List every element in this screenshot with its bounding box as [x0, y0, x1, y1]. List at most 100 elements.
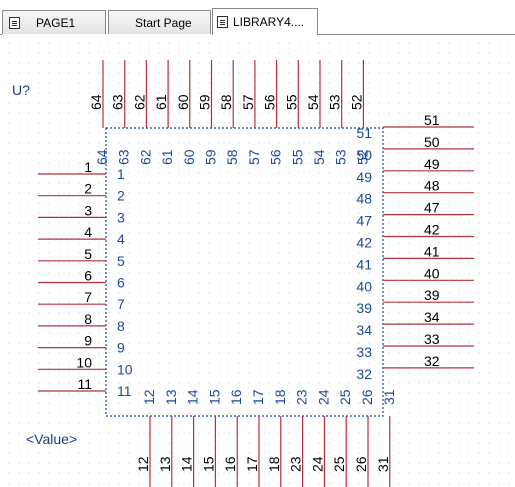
pin-number: 54: [305, 94, 321, 110]
pin-number: 48: [424, 178, 440, 194]
pin-number: 2: [84, 181, 92, 197]
tab-label: PAGE1: [36, 15, 76, 30]
pin-number: 8: [84, 311, 92, 327]
pin-name: 15: [206, 389, 222, 405]
pin-name: 18: [272, 389, 288, 405]
pin-name: 13: [163, 389, 179, 405]
pin-number: 25: [331, 456, 347, 472]
page-icon: [9, 16, 20, 29]
pin-name: 33: [356, 344, 372, 360]
pin-name: 41: [356, 256, 372, 272]
pin-number: 3: [84, 202, 92, 218]
pin-name: 5: [117, 253, 125, 269]
pin-number: 64: [88, 94, 104, 110]
pin-name: 1: [117, 166, 125, 182]
pin-name: 62: [137, 149, 153, 165]
pin-number: 52: [348, 94, 364, 110]
schematic-canvas[interactable]: U? <Value> 1 1 2 2 3 3 4 4 5 5 6 6 7 7 8 8 9 9 10 10 11 11 51 51 5…: [0, 36, 515, 487]
pin-name: 49: [356, 169, 372, 185]
pin-number: 31: [375, 456, 391, 472]
pin-name: 7: [117, 296, 125, 312]
pin-name: 16: [228, 389, 244, 405]
pin-number: 13: [157, 456, 173, 472]
tab-label: Start Page: [135, 15, 192, 30]
pin-name: 34: [356, 322, 372, 338]
pin-number: 18: [266, 456, 282, 472]
pin-number: 59: [197, 94, 213, 110]
pin-number: 6: [84, 268, 92, 284]
pin-number: 9: [84, 333, 92, 349]
pin-name: 32: [356, 366, 372, 382]
pin-number: 12: [135, 456, 151, 472]
tab-start-page[interactable]: Start Page: [108, 10, 211, 34]
pin-number: 1: [84, 159, 92, 175]
pin-number: 56: [262, 94, 278, 110]
pin-number: 47: [424, 200, 440, 216]
pin-name: 24: [315, 389, 331, 405]
pin-number: 5: [84, 246, 92, 262]
pin-number: 7: [84, 289, 92, 305]
pin-name: 4: [117, 231, 125, 247]
pin-number: 23: [288, 456, 304, 472]
tab-library[interactable]: LIBRARY4....: [212, 8, 318, 35]
pin-number: 33: [424, 331, 440, 347]
pin-name: 14: [185, 389, 201, 405]
part-body-outline: [105, 127, 384, 417]
pin-name: 39: [356, 300, 372, 316]
pin-number: 55: [283, 94, 299, 110]
pin-number: 32: [424, 353, 440, 369]
pin-number: 50: [424, 134, 440, 150]
pin-name: 26: [359, 389, 375, 405]
tab-bar-border: [0, 34, 2, 35]
pin-name: 52: [354, 149, 370, 165]
pin-name: 64: [94, 149, 110, 165]
pin-name: 59: [203, 149, 219, 165]
pin-number: 14: [179, 456, 195, 472]
pin-number: 62: [131, 94, 147, 110]
pin-number: 49: [424, 156, 440, 172]
pin-number: 10: [76, 354, 92, 370]
pin-name: 54: [311, 149, 327, 165]
pin-name: 6: [117, 275, 125, 291]
pin-name: 58: [224, 149, 240, 165]
pin-number: 53: [327, 94, 343, 110]
part-value: <Value>: [26, 431, 77, 447]
pin-name: 47: [356, 213, 372, 229]
pin-name: 9: [117, 340, 125, 356]
pin-name: 61: [159, 149, 175, 165]
pin-number: 63: [110, 94, 126, 110]
library-part-icon: [217, 16, 228, 28]
pin-number: 16: [222, 456, 238, 472]
pin-number: 57: [240, 94, 256, 110]
pin-number: 4: [84, 224, 92, 240]
pin-name: 48: [356, 191, 372, 207]
pin-number: 42: [424, 222, 440, 238]
pin-name: 57: [246, 149, 262, 165]
pin-number: 11: [77, 376, 92, 392]
pin-number: 26: [353, 456, 369, 472]
pin-number: 61: [153, 94, 169, 110]
pin-name: 53: [333, 149, 349, 165]
pin-name: 42: [356, 235, 372, 251]
pin-name: 8: [117, 318, 125, 334]
pin-name: 60: [181, 149, 197, 165]
pin-name: 17: [250, 389, 266, 405]
pin-number: 15: [200, 456, 216, 472]
pin-number: 40: [424, 265, 440, 281]
pin-name: 63: [116, 149, 132, 165]
pin-number: 41: [424, 243, 440, 259]
pin-name: 55: [289, 149, 305, 165]
tab-page1[interactable]: PAGE1: [2, 10, 106, 34]
pin-number: 51: [424, 112, 440, 128]
pin-name: 11: [117, 383, 132, 399]
pin-name: 56: [268, 149, 284, 165]
tab-label: LIBRARY4....: [233, 15, 305, 29]
pin-number: 39: [424, 287, 440, 303]
pin-number: 58: [218, 94, 234, 110]
pin-name: 10: [117, 361, 133, 377]
pin-number: 24: [309, 456, 325, 472]
pin-name: 23: [294, 389, 310, 405]
pin-name: 40: [356, 278, 372, 294]
pin-name: 3: [117, 209, 125, 225]
pin-name: 2: [117, 188, 125, 204]
